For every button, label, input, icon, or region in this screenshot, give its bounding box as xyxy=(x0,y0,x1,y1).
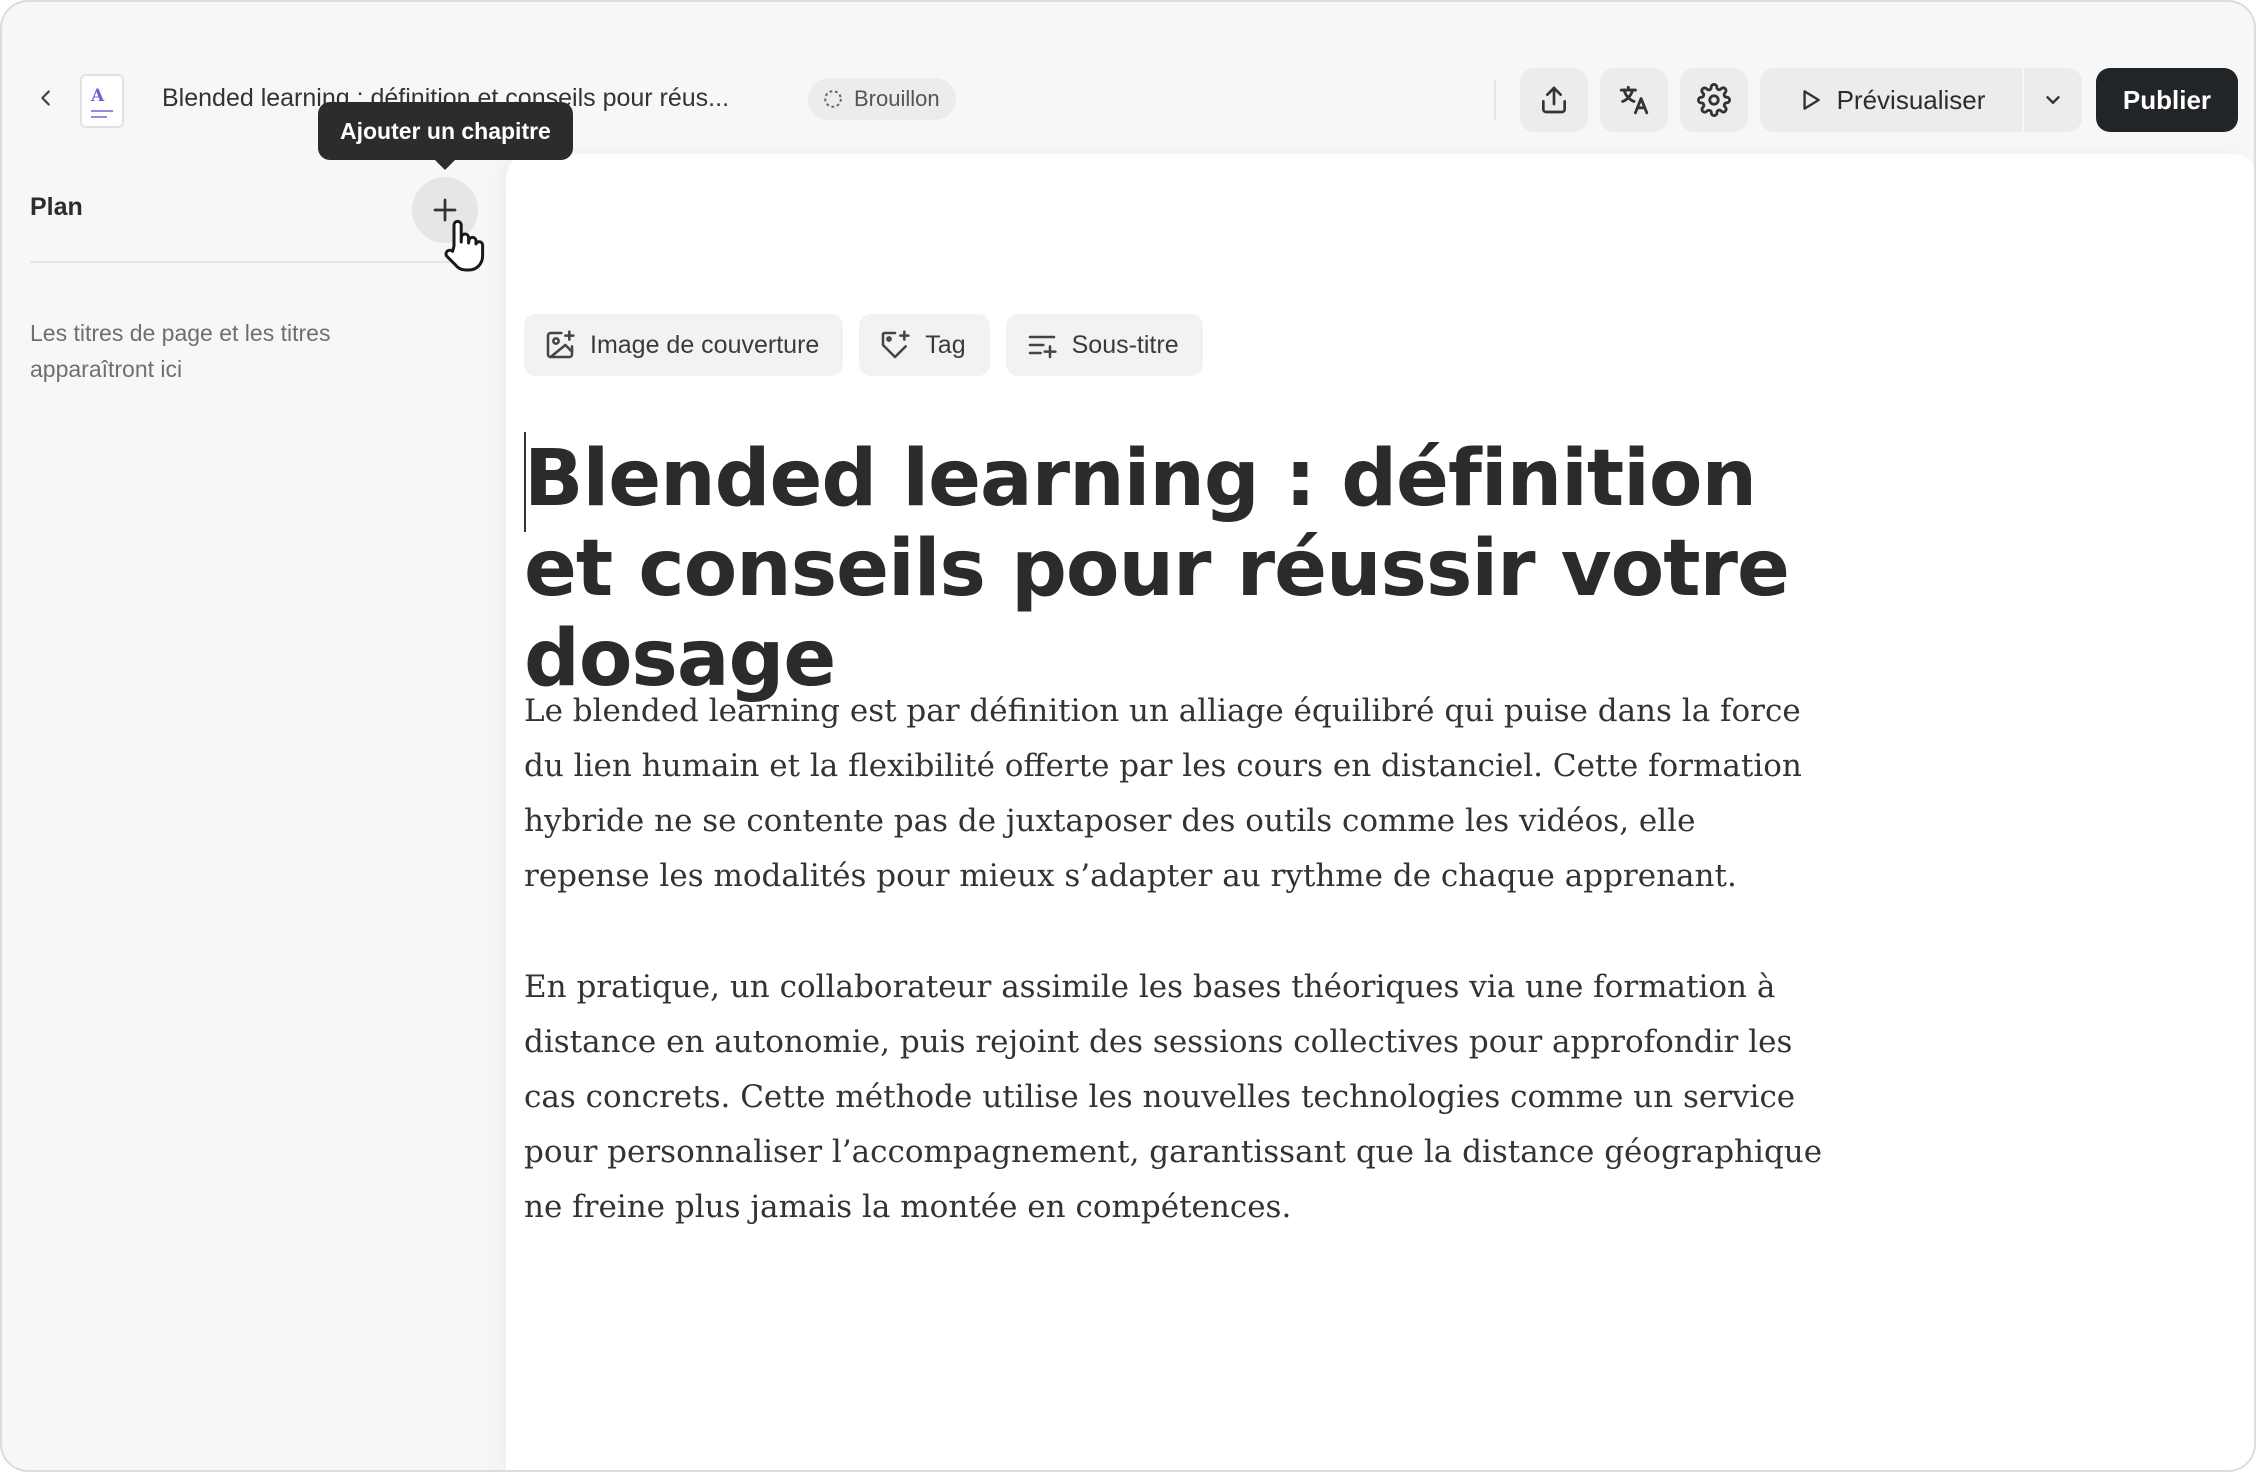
add-subtitle-button[interactable]: Sous-titre xyxy=(1005,314,1203,376)
settings-button[interactable] xyxy=(1680,68,1748,132)
chip-label: Tag xyxy=(925,330,966,359)
image-add-icon xyxy=(546,330,575,359)
article-title[interactable]: Blended learning : définition et conseil… xyxy=(524,434,1824,704)
outline-empty-state: Les titres de page et les titres apparaî… xyxy=(30,320,331,382)
paragraph-2[interactable]: En pratique, un collaborateur assimile l… xyxy=(524,960,1824,1235)
preview-button[interactable]: Prévisualiser xyxy=(1760,68,2022,132)
translate-button[interactable] xyxy=(1600,68,1668,132)
subtitle-add-icon xyxy=(1028,335,1057,359)
gear-icon xyxy=(1697,83,1731,117)
add-elements-toolbar: Image de couverture Tag Sous-titre xyxy=(524,314,1203,376)
chip-label: Image de couverture xyxy=(590,330,820,359)
header-divider xyxy=(1494,80,1496,120)
add-chapter-tooltip: Ajouter un chapitre xyxy=(318,102,573,170)
preview-label: Prévisualiser xyxy=(1836,84,1986,115)
chevron-left-icon xyxy=(41,90,50,106)
publish-button[interactable]: Publier xyxy=(2096,68,2238,132)
outline-sidebar: Plan Les titres de page et les titres ap… xyxy=(2,157,506,1470)
document-icon: A xyxy=(80,74,124,128)
app-window: A Blended learning : définition et conse… xyxy=(0,0,2256,1472)
paragraph-1[interactable]: Le blended learning est par définition u… xyxy=(524,684,1824,904)
tag-add-icon xyxy=(882,330,910,359)
share-icon xyxy=(1542,86,1566,114)
editor-canvas[interactable]: Image de couverture Tag Sous-titre Blend… xyxy=(506,154,2254,1470)
hand-cursor-icon xyxy=(444,219,485,272)
add-tag-button[interactable]: Tag xyxy=(859,314,990,376)
play-icon xyxy=(1802,90,1820,110)
share-button[interactable] xyxy=(1520,68,1588,132)
status-label: Brouillon xyxy=(854,86,940,111)
sidebar-title: Plan xyxy=(30,193,83,221)
translate-icon xyxy=(1619,85,1649,115)
preview-options-dropdown[interactable] xyxy=(2024,68,2082,132)
status-badge[interactable]: Brouillon xyxy=(808,78,956,120)
chevron-down-icon xyxy=(2046,96,2060,104)
draft-status-icon xyxy=(824,90,842,108)
sidebar-divider xyxy=(30,261,478,263)
back-button[interactable] xyxy=(26,78,66,118)
preview-button-group: Prévisualiser xyxy=(1760,68,2082,132)
chip-label: Sous-titre xyxy=(1071,330,1179,359)
add-cover-image-button[interactable]: Image de couverture xyxy=(524,314,844,376)
